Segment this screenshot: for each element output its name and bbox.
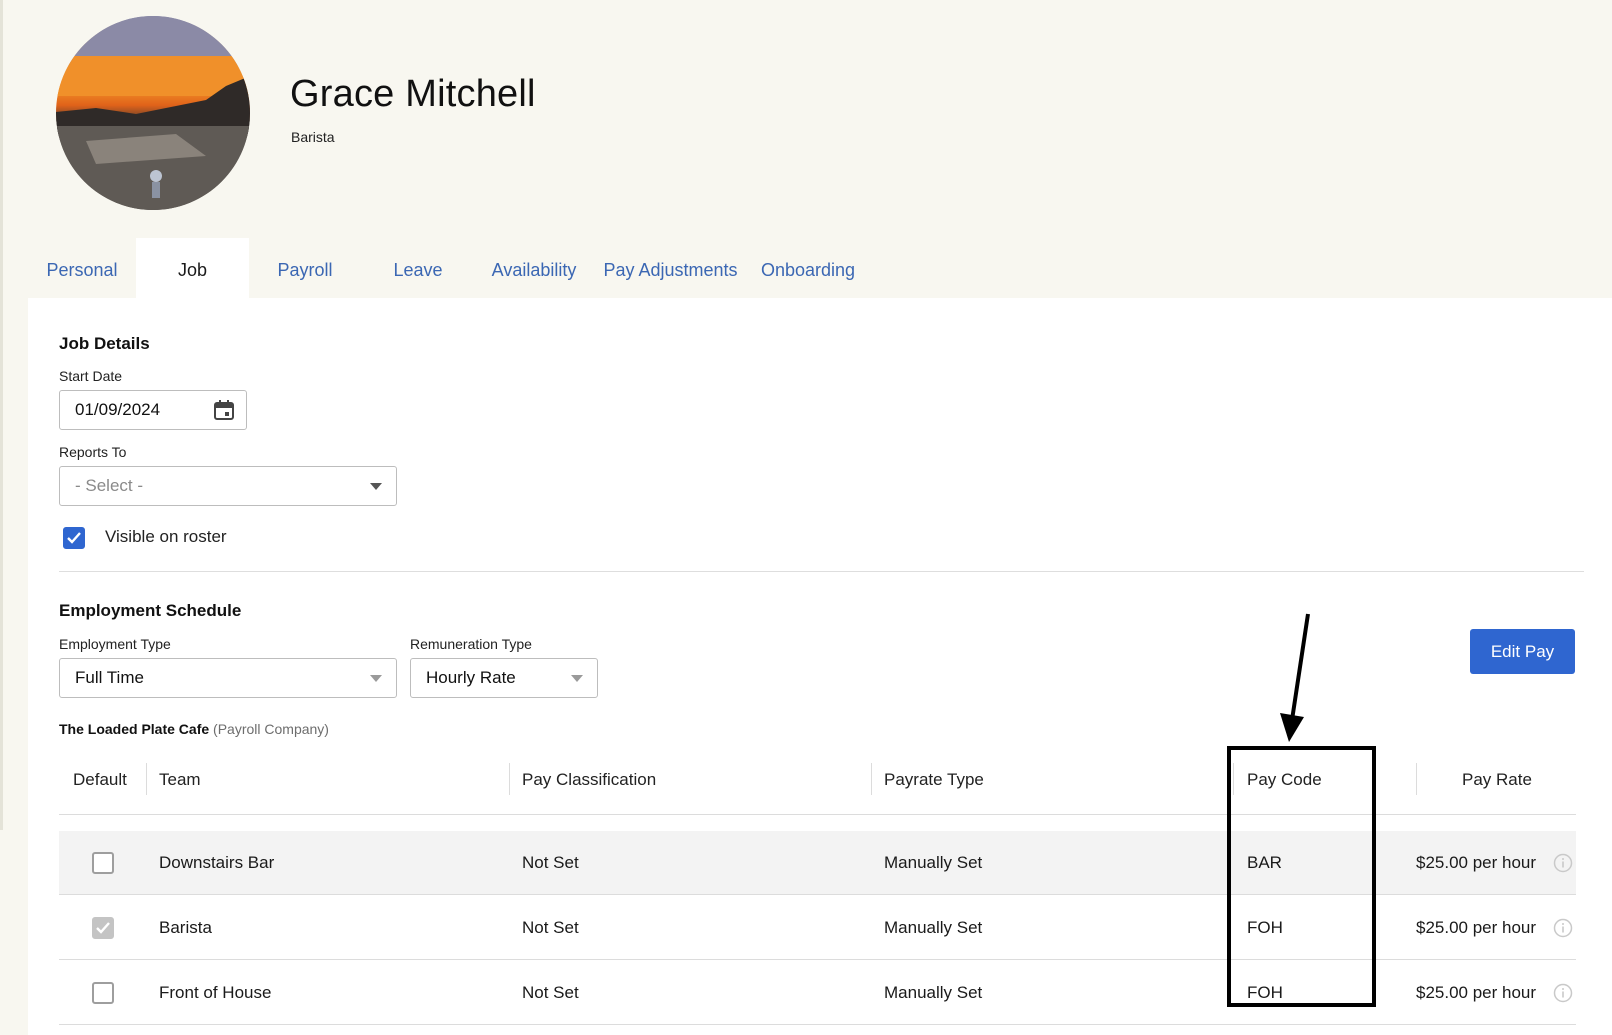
reports-to-placeholder: - Select -	[75, 476, 144, 495]
employee-name: Grace Mitchell	[290, 73, 536, 115]
team-cell: Barista	[159, 917, 212, 937]
chevron-down-icon	[370, 483, 382, 490]
info-icon[interactable]	[1553, 983, 1573, 1003]
visible-on-roster-label: Visible on roster	[105, 527, 227, 546]
annotation-highlight-box	[1227, 746, 1376, 1007]
camera-add-icon[interactable]	[56, 16, 82, 38]
calendar-icon[interactable]	[212, 398, 236, 422]
left-edge-strip	[0, 0, 3, 830]
tab-availability[interactable]: Availability	[475, 238, 593, 298]
tab-payroll[interactable]: Payroll	[249, 238, 361, 298]
column-separator	[509, 763, 510, 795]
remuneration-type-select[interactable]: Hourly Rate	[410, 658, 598, 698]
avatar[interactable]	[56, 16, 250, 210]
payroll-company: The Loaded Plate Cafe (Payroll Company)	[59, 721, 329, 737]
company-suffix: (Payroll Company)	[213, 721, 329, 737]
job-details-title: Job Details	[59, 334, 150, 353]
section-divider	[59, 571, 1584, 572]
chevron-down-icon	[571, 675, 583, 682]
tab-job[interactable]: Job	[136, 238, 249, 298]
col-header-team: Team	[159, 770, 201, 789]
tab-pay-adjustments[interactable]: Pay Adjustments	[593, 238, 748, 298]
col-header-pay-classification: Pay Classification	[522, 770, 657, 789]
remuneration-type-value: Hourly Rate	[426, 668, 516, 687]
pay-rate-cell: $25.00 per hour	[1416, 982, 1537, 1002]
payrate-type-cell: Manually Set	[884, 982, 983, 1002]
col-header-pay-rate: Pay Rate	[1462, 770, 1532, 789]
column-separator	[871, 763, 872, 795]
info-icon[interactable]	[1553, 918, 1573, 938]
default-checkbox[interactable]	[92, 852, 114, 874]
team-cell: Front of House	[159, 982, 272, 1002]
start-date-value: 01/09/2024	[75, 400, 161, 419]
tab-leave[interactable]: Leave	[361, 238, 475, 298]
column-separator	[1416, 763, 1417, 795]
checkmark-icon	[67, 532, 81, 544]
pay-classification-cell: Not Set	[522, 852, 579, 872]
default-checkbox[interactable]	[92, 917, 114, 939]
reports-to-label: Reports To	[59, 444, 127, 460]
start-date-label: Start Date	[59, 368, 123, 384]
visible-on-roster-checkbox[interactable]	[63, 527, 85, 549]
payrate-type-cell: Manually Set	[884, 917, 983, 937]
reports-to-select[interactable]: - Select -	[59, 466, 397, 506]
pay-classification-cell: Not Set	[522, 917, 579, 937]
info-icon[interactable]	[1553, 853, 1573, 873]
col-header-payrate-type: Payrate Type	[884, 770, 984, 789]
start-date-input[interactable]: 01/09/2024	[59, 390, 247, 430]
pay-classification-cell: Not Set	[522, 982, 579, 1002]
remuneration-type-label: Remuneration Type	[410, 636, 532, 652]
team-cell: Downstairs Bar	[159, 852, 275, 872]
tab-personal[interactable]: Personal	[28, 238, 136, 298]
annotation-arrow-icon	[1280, 613, 1310, 742]
employment-type-label: Employment Type	[59, 636, 171, 652]
checkmark-icon	[96, 922, 110, 934]
employment-type-value: Full Time	[75, 668, 144, 687]
employment-type-select[interactable]: Full Time	[59, 658, 397, 698]
edit-pay-button[interactable]: Edit Pay	[1470, 629, 1575, 674]
tab-onboarding[interactable]: Onboarding	[748, 238, 868, 298]
chevron-down-icon	[370, 675, 382, 682]
company-name: The Loaded Plate Cafe	[59, 721, 210, 737]
col-header-default: Default	[73, 770, 127, 789]
avatar-photo	[56, 16, 250, 210]
default-checkbox[interactable]	[92, 982, 114, 1004]
pay-rate-cell: $25.00 per hour	[1416, 852, 1537, 872]
payrate-type-cell: Manually Set	[884, 852, 983, 872]
column-separator	[146, 763, 147, 795]
employee-role: Barista	[291, 129, 335, 145]
employment-schedule-title: Employment Schedule	[59, 601, 242, 620]
profile-tabs: Personal Job Payroll Leave Availability …	[28, 238, 868, 298]
pay-rate-cell: $25.00 per hour	[1416, 917, 1537, 937]
